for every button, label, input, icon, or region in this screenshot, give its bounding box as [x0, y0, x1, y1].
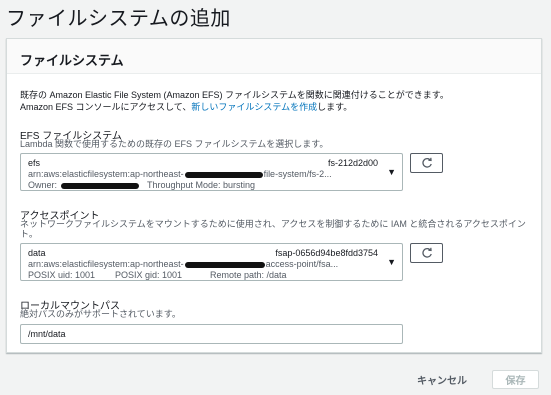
efs-select[interactable]: efs fs-212d2d00 arn:aws:elasticfilesyste… — [20, 153, 403, 191]
efs-description: Lambda 関数で使用するための既存の EFS ファイルシステムを選択します。 — [20, 139, 329, 149]
access-point-arn-prefix: arn:aws:elasticfilesystem:ap-northeast- — [28, 259, 184, 269]
intro-text: 既存の Amazon Elastic File System (Amazon E… — [20, 89, 449, 113]
efs-arn: arn:aws:elasticfilesystem:ap-northeast-f… — [28, 169, 332, 179]
access-point-id: fsap-0656d94be8fdd3754 — [275, 248, 378, 258]
panel-header: ファイルシステム — [7, 39, 541, 74]
redaction-mark — [184, 171, 263, 178]
mount-path-description: 絶対パスのみがサポートされています。 — [20, 309, 181, 319]
access-point-name: data — [28, 248, 46, 258]
refresh-icon — [421, 247, 432, 258]
redaction-mark — [184, 261, 265, 268]
intro-line-2: Amazon EFS コンソールにアクセスして、新しいファイルシステムを作成しま… — [20, 101, 449, 113]
intro-line-2-before: Amazon EFS コンソールにアクセスして、 — [20, 102, 192, 112]
access-point-arn: arn:aws:elasticfilesystem:ap-northeast-a… — [28, 259, 338, 269]
redaction-mark — [60, 182, 139, 189]
access-point-select[interactable]: data fsap-0656d94be8fdd3754 arn:aws:elas… — [20, 243, 403, 281]
access-point-arn-suffix: access-point/fsa... — [265, 259, 339, 269]
efs-name: efs — [28, 158, 41, 168]
efs-arn-prefix: arn:aws:elasticfilesystem:ap-northeast- — [28, 169, 184, 179]
access-point-refresh-button[interactable] — [410, 243, 443, 263]
page-title: ファイルシステムの追加 — [6, 8, 231, 30]
intro-line-2-after: します。 — [317, 102, 353, 112]
remote-path: Remote path: /data — [210, 270, 287, 280]
efs-id: fs-212d2d00 — [327, 158, 378, 168]
refresh-icon — [421, 157, 432, 168]
posix-gid: POSIX gid: 1001 — [115, 270, 183, 280]
posix-uid: POSIX uid: 1001 — [28, 270, 96, 280]
caret-down-icon: ▼ — [387, 167, 396, 177]
efs-owner-label: Owner: — [28, 180, 58, 190]
intro-line-1: 既存の Amazon Elastic File System (Amazon E… — [20, 90, 449, 100]
cancel-button[interactable]: キャンセル — [417, 372, 467, 387]
mount-path-input[interactable]: /mnt/data — [20, 324, 403, 344]
caret-down-icon: ▼ — [387, 257, 396, 267]
efs-owner: Owner: — [28, 180, 140, 190]
efs-throughput: Throughput Mode: bursting — [147, 180, 256, 190]
save-button[interactable]: 保存 — [492, 370, 539, 389]
efs-refresh-button[interactable] — [410, 153, 443, 173]
file-system-panel: ファイルシステム 既存の Amazon Elastic File System … — [6, 38, 542, 353]
efs-arn-suffix: file-system/fs-2... — [263, 169, 332, 179]
create-file-system-link[interactable]: 新しいファイルシステムを作成 — [191, 102, 317, 112]
access-point-description: ネットワークファイルシステムをマウントするために使用され、アクセスを制御するため… — [20, 219, 526, 239]
